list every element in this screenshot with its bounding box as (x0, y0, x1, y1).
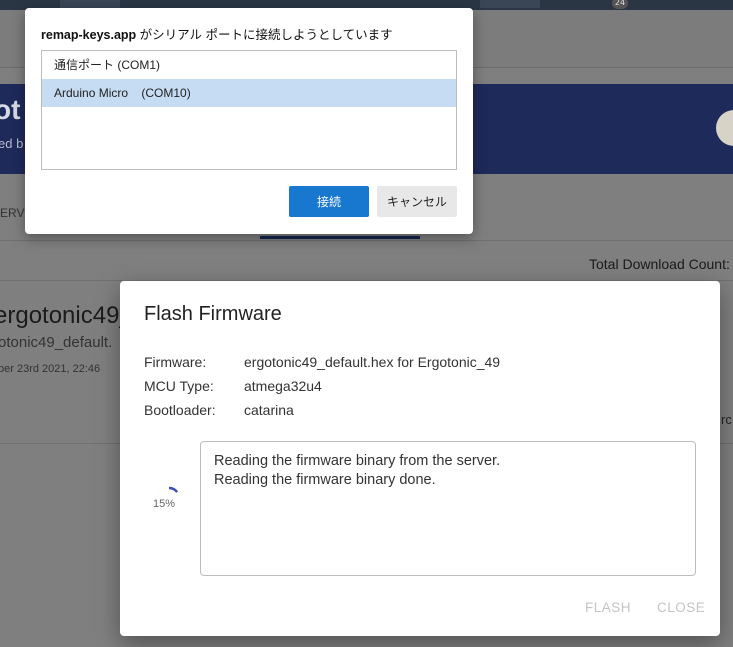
flash-button[interactable]: FLASH (585, 600, 631, 615)
mcu-type-label: MCU Type: (144, 378, 214, 394)
banner-logo (716, 110, 733, 146)
banner-subtitle: ed b (0, 136, 24, 151)
bootloader-value: catarina (244, 402, 294, 418)
mcu-type-value: atmega32u4 (244, 378, 322, 394)
notification-badge: 24 (612, 0, 628, 9)
card-right-text: rc (721, 412, 732, 427)
banner-title: ot (0, 94, 21, 125)
connect-button[interactable]: 接続 (289, 186, 369, 217)
chooser-message: がシリアル ポートに接続しようとしています (136, 28, 393, 42)
active-tab-indicator (260, 236, 420, 239)
progress-percent: 15% (152, 498, 176, 510)
tab-divider (0, 240, 733, 241)
close-button[interactable]: CLOSE (657, 600, 705, 615)
firmware-card-date: ber 23rd 2021, 22:46 (0, 363, 101, 375)
cancel-button[interactable]: キャンセル (377, 186, 457, 217)
firmware-value: ergotonic49_default.hex for Ergotonic_49 (244, 354, 501, 370)
tab-overview[interactable]: ERV (0, 206, 24, 220)
flash-log-textarea[interactable]: Reading the firmware binary from the ser… (200, 441, 696, 576)
tab-strip-segment (480, 0, 540, 8)
bootloader-label: Bootloader: (144, 402, 216, 418)
dialog-title: Flash Firmware (144, 303, 282, 325)
tab-strip-segment (60, 0, 120, 8)
flash-firmware-dialog: Flash Firmware Firmware: ergotonic49_def… (120, 281, 720, 636)
total-download-count: Total Download Count: (589, 256, 730, 272)
serial-port-chooser: remap-keys.app がシリアル ポートに接続しようとしています 通信ポ… (25, 8, 473, 234)
port-item-com1[interactable]: 通信ポート (COM1) (42, 51, 456, 79)
log-line: Reading the firmware binary done. (214, 472, 436, 488)
serial-port-list: 通信ポート (COM1) Arduino Micro (COM10) (41, 50, 457, 170)
chooser-header: remap-keys.app がシリアル ポートに接続しようとしています (41, 24, 393, 43)
firmware-label: Firmware: (144, 354, 207, 370)
chooser-site: remap-keys.app (41, 28, 137, 42)
firmware-card-subtitle: otonic49_default. (0, 334, 113, 351)
log-line: Reading the firmware binary from the ser… (214, 453, 501, 469)
port-item-com10[interactable]: Arduino Micro (COM10) (42, 79, 456, 107)
